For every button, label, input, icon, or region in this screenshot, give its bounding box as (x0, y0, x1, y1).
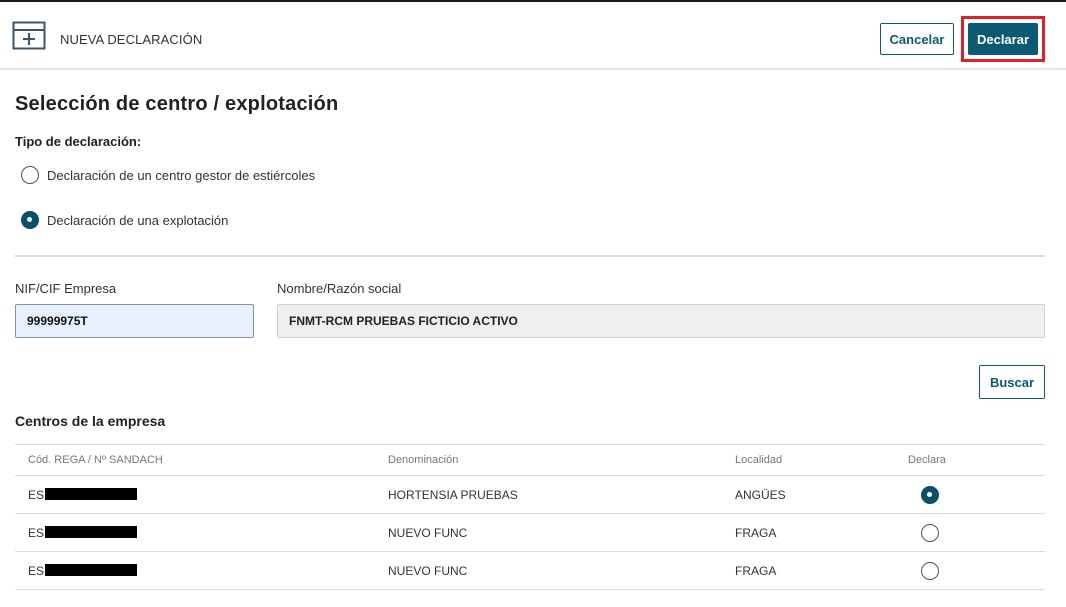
declare-button-highlight: Declarar (961, 16, 1045, 62)
option-centro-gestor-label: Declaración de un centro gestor de estié… (47, 167, 316, 183)
table-row: ES NUEVO FUNC FRAGA (15, 552, 1045, 590)
page-title: Selección de centro / explotación (15, 93, 339, 115)
row-code-prefix: ES (28, 488, 45, 502)
row-declara-radio[interactable] (921, 562, 939, 580)
column-header-declara: Declara (908, 454, 946, 466)
table-header: Cód. REGA / Nº SANDACH Denominación Loca… (15, 444, 1045, 476)
declaration-type-label: Tipo de declaración: (15, 134, 142, 149)
section-divider (15, 255, 1045, 257)
centros-title: Centros de la empresa (15, 413, 166, 429)
table-row: ES HORTENSIA PRUEBAS ANGÜES (15, 476, 1045, 514)
row-code-prefix: ES (28, 564, 45, 578)
row-denominacion: NUEVO FUNC (388, 526, 468, 540)
row-localidad: FRAGA (735, 526, 777, 540)
column-header-localidad: Localidad (735, 454, 783, 466)
page-header: NUEVA DECLARACIÓN Cancelar Declarar (0, 8, 1066, 68)
radio-centro-gestor[interactable] (21, 166, 39, 184)
centros-table: Cód. REGA / Nº SANDACH Denominación Loca… (15, 444, 1045, 590)
name-label: Nombre/Razón social (277, 281, 402, 296)
column-header-denominacion: Denominación (388, 454, 459, 466)
nif-input[interactable] (15, 304, 254, 338)
option-centro-gestor[interactable]: Declaración de un centro gestor de estié… (21, 165, 315, 185)
option-explotacion-label: Declaración de una explotación (47, 212, 229, 228)
row-localidad: FRAGA (735, 564, 777, 578)
nif-label: NIF/CIF Empresa (15, 281, 117, 296)
radio-explotacion[interactable] (21, 211, 39, 229)
row-localidad: ANGÜES (735, 488, 786, 502)
column-header-code: Cód. REGA / Nº SANDACH (28, 454, 163, 466)
search-button[interactable]: Buscar (979, 365, 1045, 399)
declare-button[interactable]: Declarar (968, 23, 1038, 55)
redacted-code (45, 564, 138, 576)
row-code-prefix: ES (28, 526, 45, 540)
header-title: NUEVA DECLARACIÓN (60, 32, 203, 47)
row-declara-radio[interactable] (921, 524, 939, 542)
option-explotacion[interactable]: Declaración de una explotación (21, 210, 228, 230)
cancel-button[interactable]: Cancelar (880, 23, 954, 55)
name-input (277, 304, 1045, 338)
top-rule (0, 0, 1066, 2)
row-denominacion: HORTENSIA PRUEBAS (388, 488, 518, 502)
redacted-code (45, 488, 138, 500)
new-document-icon (12, 21, 46, 53)
row-code: ES (28, 488, 138, 502)
row-declara-radio[interactable] (921, 486, 939, 504)
row-code: ES (28, 564, 138, 578)
row-code: ES (28, 526, 138, 540)
table-row: ES NUEVO FUNC FRAGA (15, 514, 1045, 552)
row-denominacion: NUEVO FUNC (388, 564, 468, 578)
header-divider (0, 68, 1066, 70)
redacted-code (45, 526, 138, 538)
